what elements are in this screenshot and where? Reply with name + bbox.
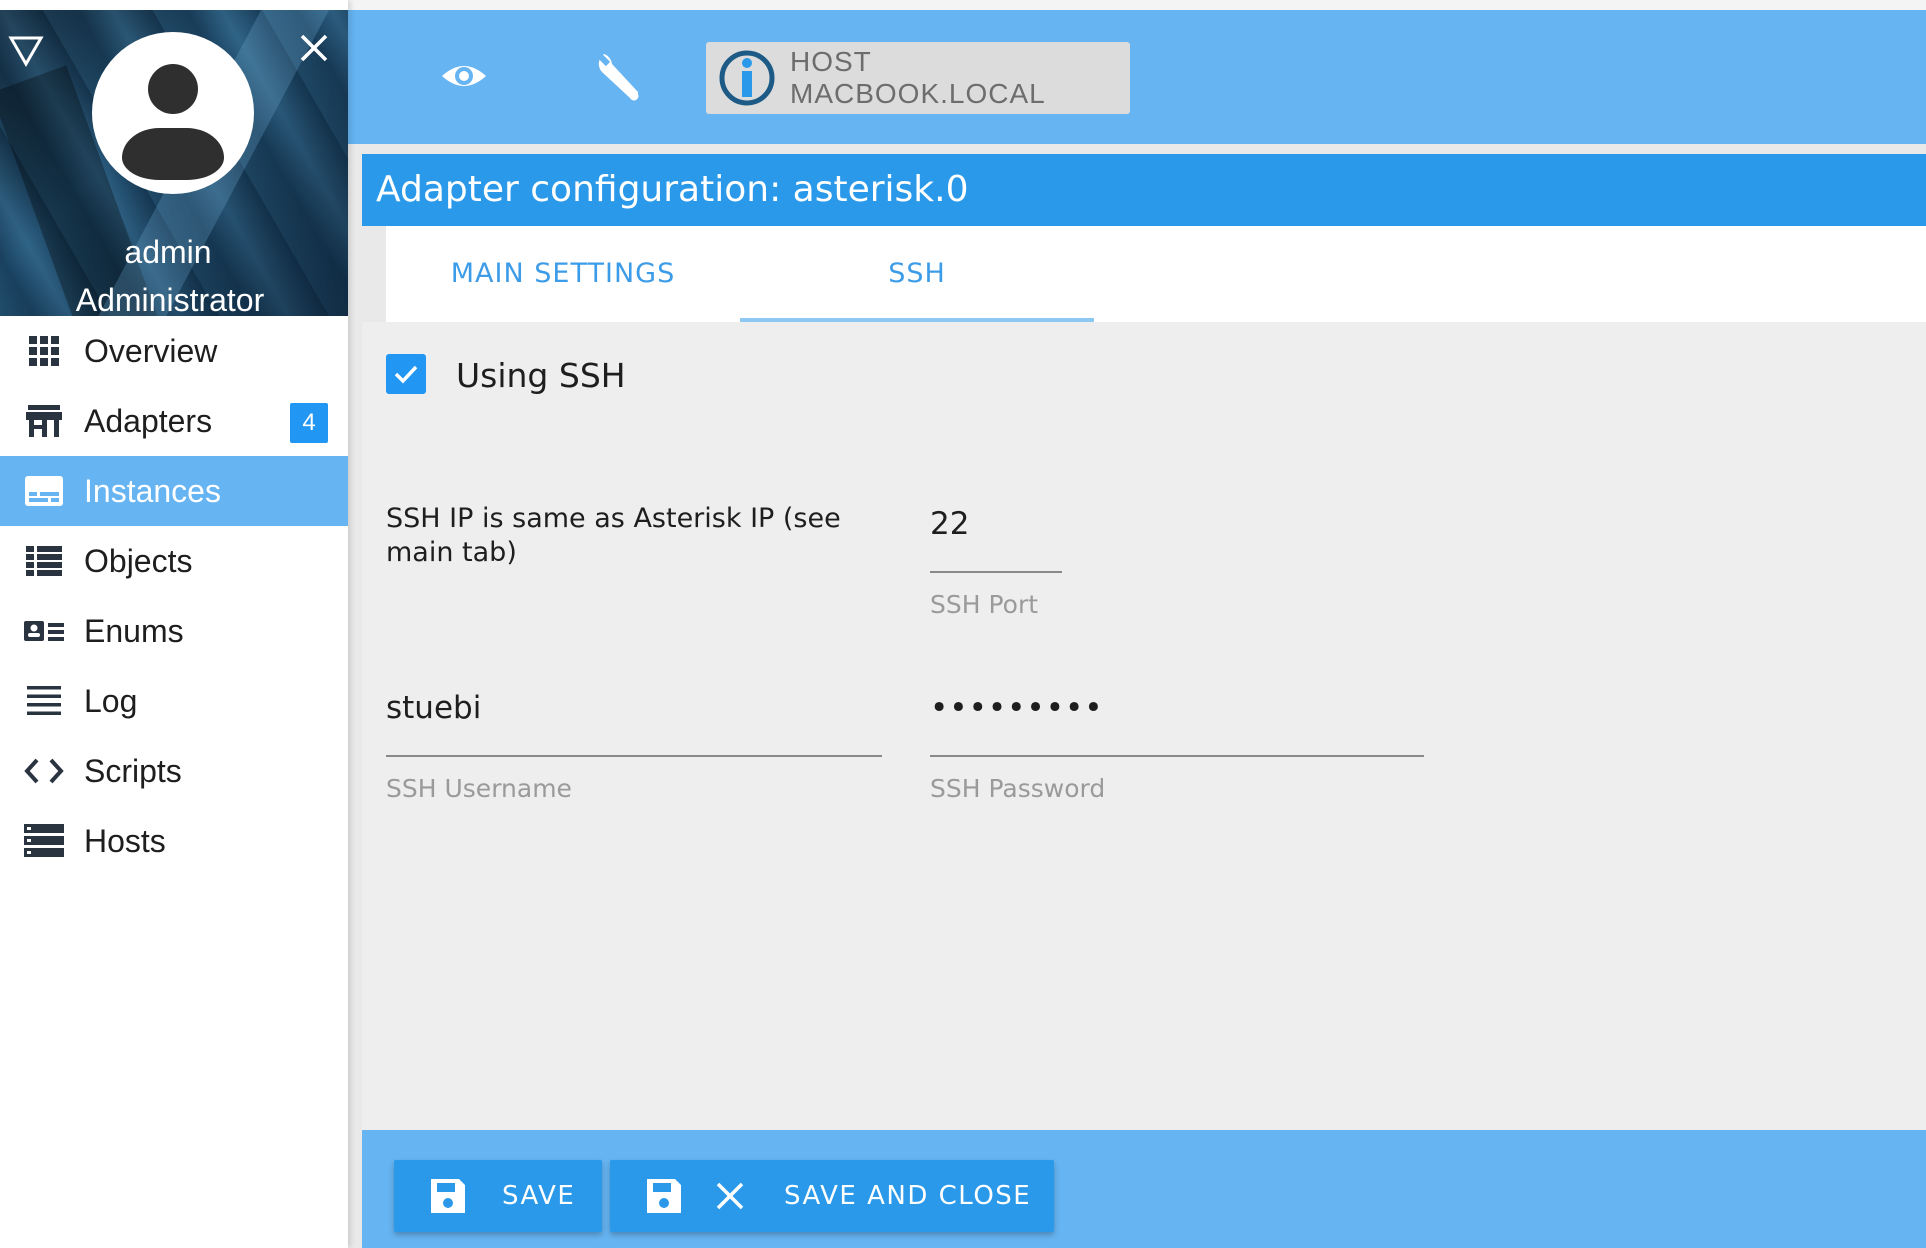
- ssh-port-underline: [930, 571, 1062, 573]
- host-label: HOST MACBOOK.LOCAL: [790, 46, 1046, 109]
- sidebar-nav: Overview Adapters 4 Instances Objects En…: [0, 316, 348, 876]
- floppy-disk-icon: [428, 1176, 468, 1216]
- code-icon: [24, 751, 64, 791]
- settings-panel: [362, 322, 1926, 1130]
- sidebar-item-label: Hosts: [84, 822, 166, 859]
- ssh-username-underline: [386, 755, 882, 757]
- close-icon: [710, 1176, 750, 1216]
- floppy-disk-icon: [644, 1176, 684, 1216]
- contact-list-icon: [24, 611, 64, 651]
- tab-bar: MAIN SETTINGS SSH: [386, 226, 1926, 322]
- avatar: [92, 32, 254, 194]
- save-and-close-label: SAVE AND CLOSE: [784, 1181, 1032, 1211]
- sidebar-item-label: Overview: [84, 332, 218, 369]
- dialog-footer: SAVE SAVE AND CLOSE: [362, 1130, 1926, 1248]
- save-and-close-button[interactable]: SAVE AND CLOSE: [610, 1160, 1054, 1232]
- top-edge: [348, 0, 1926, 10]
- user-role: Administrator: [75, 282, 265, 316]
- sidebar-item-enums[interactable]: Enums: [0, 596, 348, 666]
- save-button[interactable]: SAVE: [394, 1160, 602, 1232]
- ssh-password-underline: [930, 755, 1424, 757]
- subtitles-icon: [24, 471, 64, 511]
- sidebar-item-scripts[interactable]: Scripts: [0, 736, 348, 806]
- wrench-icon[interactable]: [594, 50, 646, 102]
- ssh-username-input[interactable]: stuebi: [386, 690, 481, 726]
- apps-grid-icon: [24, 331, 64, 371]
- dialog-title: Adapter configuration: asterisk.0: [362, 154, 1926, 226]
- list-icon: [24, 541, 64, 581]
- ssh-port-label: SSH Port: [930, 590, 1039, 619]
- eye-icon[interactable]: [440, 56, 488, 96]
- sidebar-item-instances[interactable]: Instances: [0, 456, 348, 526]
- close-icon[interactable]: [294, 28, 334, 68]
- sidebar-item-adapters[interactable]: Adapters 4: [0, 386, 348, 456]
- ssh-port-input[interactable]: 22: [930, 506, 969, 542]
- iobroker-logo-icon: [718, 49, 776, 107]
- host-selector-button[interactable]: HOST MACBOOK.LOCAL: [706, 42, 1130, 114]
- user-header: admin Administrator: [0, 10, 348, 316]
- ssh-username-label: SSH Username: [386, 774, 572, 803]
- adapters-count-badge: 4: [290, 403, 328, 443]
- ssh-password-input[interactable]: •••••••••: [930, 690, 1104, 726]
- sidebar-item-hosts[interactable]: Hosts: [0, 806, 348, 876]
- sidebar-item-objects[interactable]: Objects: [0, 526, 348, 596]
- sidebar-item-log[interactable]: Log: [0, 666, 348, 736]
- tab-ssh[interactable]: SSH: [740, 226, 1094, 322]
- using-ssh-checkbox[interactable]: [386, 354, 426, 394]
- sidebar-item-label: Objects: [84, 542, 193, 579]
- storage-icon: [24, 821, 64, 861]
- sidebar-item-label: Adapters: [84, 402, 213, 439]
- store-icon: [24, 401, 64, 441]
- sidebar-item-label: Log: [84, 682, 138, 719]
- sidebar-item-label: Enums: [84, 612, 184, 649]
- sidebar-item-overview[interactable]: Overview: [0, 316, 348, 386]
- lines-icon: [24, 681, 64, 721]
- top-toolbar: HOST MACBOOK.LOCAL: [348, 10, 1926, 144]
- user-name: admin: [124, 234, 212, 270]
- using-ssh-label: Using SSH: [456, 356, 626, 395]
- menu-triangle-icon[interactable]: [8, 32, 44, 68]
- checkmark-icon: [394, 365, 418, 384]
- sidebar-item-label: Scripts: [84, 752, 182, 789]
- ssh-password-label: SSH Password: [930, 774, 1106, 803]
- ssh-ip-note: SSH IP is same as Asterisk IP (see main …: [386, 503, 841, 568]
- save-label: SAVE: [502, 1181, 576, 1211]
- sidebar: admin Administrator Overview Adapters 4 …: [0, 0, 348, 1248]
- sidebar-item-label: Instances: [84, 472, 221, 509]
- tab-main-settings[interactable]: MAIN SETTINGS: [386, 226, 740, 322]
